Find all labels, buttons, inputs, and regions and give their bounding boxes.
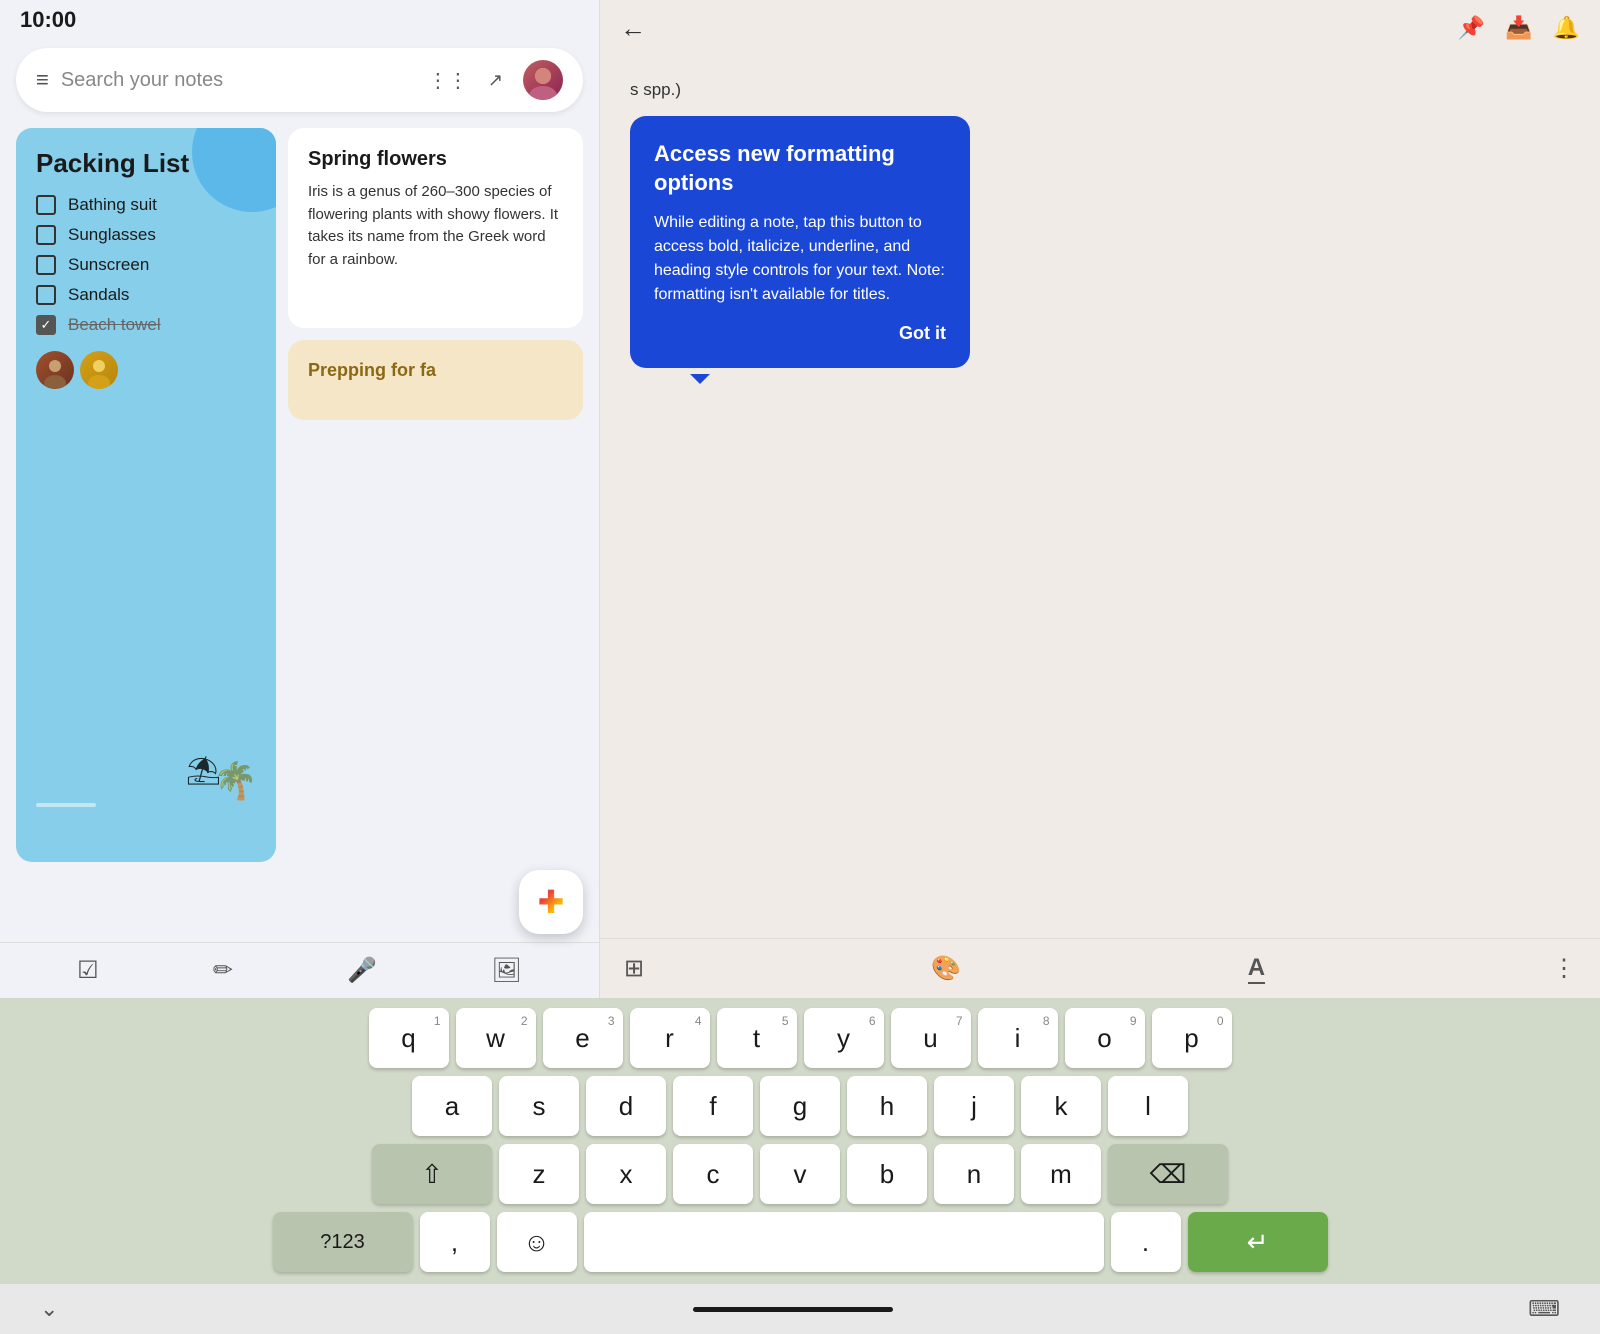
checklist-item-4[interactable]: Sandals — [36, 285, 256, 305]
keyboard[interactable]: q1 w2 e3 r4 t5 y6 u7 i8 o9 p0 a s d f g … — [0, 998, 1600, 1284]
key-x[interactable]: x — [586, 1144, 666, 1204]
checklist-item-5[interactable]: Beach towel — [36, 315, 256, 335]
tooltip-got-it-button[interactable]: Got it — [654, 323, 946, 344]
grid-view-icon[interactable]: ⋮⋮ — [428, 68, 468, 93]
search-placeholder[interactable]: Search your notes — [61, 69, 408, 92]
spring-flowers-title: Spring flowers — [308, 148, 563, 171]
fab-container: ✚ — [0, 862, 599, 942]
key-c[interactable]: c — [673, 1144, 753, 1204]
key-a[interactable]: a — [412, 1076, 492, 1136]
key-w[interactable]: w2 — [456, 1008, 536, 1068]
keyboard-row-1: q1 w2 e3 r4 t5 y6 u7 i8 o9 p0 — [8, 1008, 1592, 1068]
key-h[interactable]: h — [847, 1076, 927, 1136]
period-key[interactable]: . — [1111, 1212, 1181, 1272]
bottom-toolbar: ☑ ✏ 🎤 🖼 — [0, 942, 599, 998]
notes-grid: Packing List Bathing suit Sunglasses Sun… — [0, 128, 599, 862]
water-line — [36, 803, 96, 807]
checkbox-2[interactable] — [36, 225, 56, 245]
checklist-item-2[interactable]: Sunglasses — [36, 225, 256, 245]
new-note-fab[interactable]: ✚ — [519, 870, 583, 934]
left-panel: 10:00 ≡ Search your notes ⋮⋮ ↗ Packing L… — [0, 0, 600, 998]
menu-icon[interactable]: ≡ — [36, 67, 49, 93]
collaborator-avatar-2 — [80, 351, 118, 389]
user-avatar[interactable] — [523, 60, 563, 100]
more-options-icon[interactable]: ⋮ — [1552, 954, 1576, 983]
add-content-icon[interactable]: ⊞ — [624, 954, 644, 983]
key-n[interactable]: n — [934, 1144, 1014, 1204]
notes-right-column: Spring flowers Iris is a genus of 260–30… — [288, 128, 583, 862]
right-top-icons: 📌 📥 🔔 — [1458, 15, 1580, 41]
formatting-tooltip: Access new formatting options While edit… — [630, 116, 970, 368]
key-d[interactable]: d — [586, 1076, 666, 1136]
comma-key[interactable]: , — [420, 1212, 490, 1272]
draw-toolbar-icon[interactable]: ✏ — [213, 956, 233, 985]
tooltip-title: Access new formatting options — [654, 140, 946, 197]
right-bottom-bar: ⊞ 🎨 A ⋮ — [600, 938, 1600, 998]
keyboard-toggle-icon[interactable]: ⌨ — [1528, 1296, 1560, 1322]
status-bar: 10:00 — [0, 0, 599, 40]
right-panel: ← 📌 📥 🔔 s spp.) nium x oxonianum) Access… — [600, 0, 1600, 998]
key-v[interactable]: v — [760, 1144, 840, 1204]
prepping-note[interactable]: Prepping for fa — [288, 340, 583, 420]
right-top-bar: ← 📌 📥 🔔 — [600, 0, 1600, 56]
checkbox-1[interactable] — [36, 195, 56, 215]
palm-icon: 🌴 — [213, 760, 258, 802]
key-o[interactable]: o9 — [1065, 1008, 1145, 1068]
keyboard-row-4: ?123 , ☺ . ↵ — [8, 1212, 1592, 1272]
back-button[interactable]: ← — [620, 13, 646, 44]
key-p[interactable]: p0 — [1152, 1008, 1232, 1068]
collaborator-avatar-1 — [36, 351, 74, 389]
collaborators-avatars — [36, 351, 256, 389]
image-toolbar-icon[interactable]: 🖼 — [491, 956, 521, 985]
search-bar[interactable]: ≡ Search your notes ⋮⋮ ↗ — [16, 48, 583, 112]
key-f[interactable]: f — [673, 1076, 753, 1136]
key-b[interactable]: b — [847, 1144, 927, 1204]
keyboard-row-3: ⇧ z x c v b n m ⌫ — [8, 1144, 1592, 1204]
key-z[interactable]: z — [499, 1144, 579, 1204]
fab-plus-icon: ✚ — [538, 883, 565, 921]
nav-home-indicator — [693, 1307, 893, 1312]
checkbox-4[interactable] — [36, 285, 56, 305]
delete-key[interactable]: ⌫ — [1108, 1144, 1228, 1204]
numeric-key[interactable]: ?123 — [273, 1212, 413, 1272]
key-q[interactable]: q1 — [369, 1008, 449, 1068]
key-j[interactable]: j — [934, 1076, 1014, 1136]
text-format-icon[interactable]: A — [1248, 954, 1265, 984]
key-m[interactable]: m — [1021, 1144, 1101, 1204]
key-t[interactable]: t5 — [717, 1008, 797, 1068]
note-content-area: s spp.) nium x oxonianum) Access new for… — [600, 56, 1600, 938]
tooltip-body: While editing a note, tap this button to… — [654, 211, 946, 307]
spring-flowers-note[interactable]: Spring flowers Iris is a genus of 260–30… — [288, 128, 583, 328]
enter-key[interactable]: ↵ — [1188, 1212, 1328, 1272]
spring-flowers-body: Iris is a genus of 260–300 species of fl… — [308, 181, 563, 271]
key-r[interactable]: r4 — [630, 1008, 710, 1068]
packing-list-note[interactable]: Packing List Bathing suit Sunglasses Sun… — [16, 128, 276, 862]
key-l[interactable]: l — [1108, 1076, 1188, 1136]
reminder-icon[interactable]: 🔔 — [1553, 15, 1580, 41]
checklist-toolbar-icon[interactable]: ☑ — [77, 956, 99, 985]
status-time: 10:00 — [20, 7, 76, 33]
key-g[interactable]: g — [760, 1076, 840, 1136]
bottom-nav: ⌄ ⌨ — [0, 1284, 1600, 1334]
emoji-key[interactable]: ☺ — [497, 1212, 577, 1272]
key-i[interactable]: i8 — [978, 1008, 1058, 1068]
checkbox-3[interactable] — [36, 255, 56, 275]
keyboard-row-2: a s d f g h j k l — [8, 1076, 1592, 1136]
key-s[interactable]: s — [499, 1076, 579, 1136]
mic-toolbar-icon[interactable]: 🎤 — [347, 956, 377, 985]
prepping-title: Prepping for fa — [308, 360, 563, 381]
key-e[interactable]: e3 — [543, 1008, 623, 1068]
key-k[interactable]: k — [1021, 1076, 1101, 1136]
archive-icon[interactable]: 📥 — [1505, 15, 1532, 41]
checklist-item-3[interactable]: Sunscreen — [36, 255, 256, 275]
checkbox-5[interactable] — [36, 315, 56, 335]
key-y[interactable]: y6 — [804, 1008, 884, 1068]
nav-chevron-down[interactable]: ⌄ — [40, 1296, 58, 1322]
space-key[interactable] — [584, 1212, 1104, 1272]
shift-key[interactable]: ⇧ — [372, 1144, 492, 1204]
pin-icon[interactable]: 📌 — [1458, 15, 1485, 41]
expand-icon[interactable]: ↗ — [488, 70, 503, 91]
color-palette-icon[interactable]: 🎨 — [931, 954, 961, 983]
key-u[interactable]: u7 — [891, 1008, 971, 1068]
